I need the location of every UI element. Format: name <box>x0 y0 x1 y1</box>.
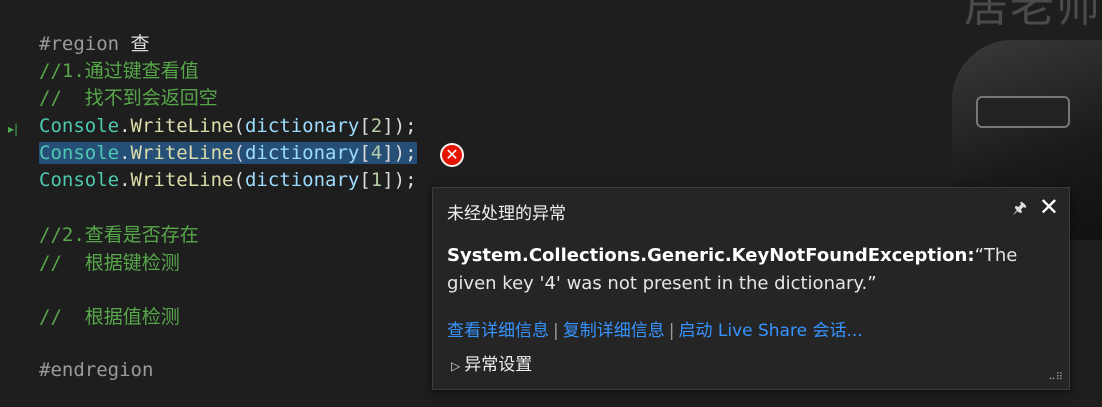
view-details-link[interactable]: 查看详细信息 <box>447 321 549 341</box>
number-token: 1 <box>370 169 383 191</box>
popup-title: 未经处理的异常 <box>447 204 566 224</box>
dot-token: . <box>119 115 131 137</box>
variable-token: dictionary <box>244 169 360 191</box>
method-token: WriteLine <box>130 142 234 164</box>
execution-arrow-icon[interactable]: ▸| <box>8 122 22 136</box>
variable-token: dictionary <box>244 142 360 164</box>
region-keyword: #region <box>39 33 120 55</box>
bracket-token: [ <box>359 115 371 137</box>
link-separator: | <box>668 321 675 341</box>
number-token: 2 <box>370 115 383 137</box>
code-line-comment[interactable]: // 根据值检测 <box>39 304 180 330</box>
exception-settings-toggle[interactable]: ▷ 异常设置 <box>451 350 532 375</box>
paren-token: ( <box>233 115 245 137</box>
code-line-writeline[interactable]: Console.WriteLine(dictionary[2]); <box>39 113 417 139</box>
live-share-link[interactable]: 启动 Live Share 会话... <box>678 321 862 341</box>
resize-grip-icon[interactable]: ⠤⠿ <box>1048 373 1063 383</box>
exception-popup: 未经处理的异常 🖈 ✕ System.Collections.Generic.K… <box>432 187 1070 390</box>
method-token: WriteLine <box>130 115 234 137</box>
number-token: 4 <box>370 142 383 164</box>
expand-triangle-icon: ▷ <box>451 359 461 373</box>
exception-links: 查看详细信息 | 复制详细信息 | 启动 Live Share 会话... <box>447 316 863 341</box>
code-line-comment[interactable]: // 根据键检测 <box>39 250 180 276</box>
code-line-comment[interactable]: //2.查看是否存在 <box>39 222 199 248</box>
bracket-token: [ <box>359 169 371 191</box>
pin-icon[interactable]: 🖈 <box>1012 197 1027 224</box>
code-line-comment[interactable]: // 找不到会返回空 <box>39 85 218 111</box>
code-editor[interactable]: 居老师 #region 查 //1.通过键查看值 // 找不到会返回空 ▸| C… <box>0 0 1102 407</box>
code-line-region[interactable]: #region 查 <box>39 31 150 57</box>
method-token: WriteLine <box>130 169 234 191</box>
class-token: Console <box>39 115 120 137</box>
bracket-token: ]); <box>382 169 417 191</box>
exception-type: System.Collections.Generic.KeyNotFoundEx… <box>447 245 975 266</box>
close-icon[interactable]: ✕ <box>1039 193 1059 221</box>
watermark: 居老师 <box>964 0 1102 32</box>
dot-token: . <box>119 142 131 164</box>
class-token: Console <box>39 142 120 164</box>
avatar-glasses <box>976 96 1070 128</box>
copy-details-link[interactable]: 复制详细信息 <box>563 321 665 341</box>
bracket-token: ]); <box>382 142 417 164</box>
code-line-comment[interactable]: //1.通过键查看值 <box>39 58 199 84</box>
code-line-writeline-current[interactable]: Console.WriteLine(dictionary[4]); <box>39 140 417 166</box>
code-line-endregion[interactable]: #endregion <box>39 357 153 383</box>
region-name: 查 <box>119 33 150 55</box>
bracket-token: ]); <box>382 115 417 137</box>
paren-token: ( <box>233 169 245 191</box>
paren-token: ( <box>233 142 245 164</box>
error-icon[interactable]: ✕ <box>440 143 464 167</box>
dot-token: . <box>119 169 131 191</box>
class-token: Console <box>39 169 120 191</box>
code-line-writeline[interactable]: Console.WriteLine(dictionary[1]); <box>39 167 417 193</box>
bracket-token: [ <box>359 142 371 164</box>
exception-settings-label: 异常设置 <box>464 355 533 375</box>
variable-token: dictionary <box>244 115 360 137</box>
link-separator: | <box>553 321 559 341</box>
exception-message: System.Collections.Generic.KeyNotFoundEx… <box>447 242 1047 298</box>
